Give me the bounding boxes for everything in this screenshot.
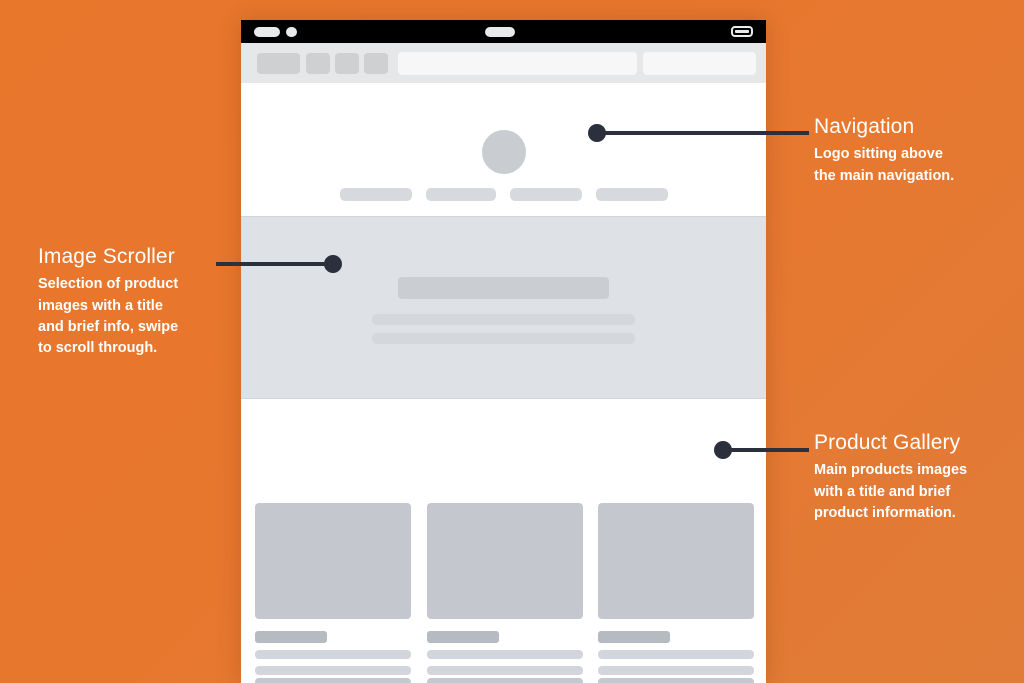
nav-item-4[interactable]: [596, 188, 668, 201]
annotation-body: Selection of product images with a title…: [38, 274, 223, 360]
product-text-line-2: [255, 666, 411, 675]
annotation-body-line: the main navigation.: [814, 167, 955, 184]
product-card[interactable]: [598, 503, 754, 675]
product-text-line-2: [598, 666, 754, 675]
nav-button-2[interactable]: [335, 53, 359, 74]
leader-dot: [588, 124, 606, 142]
product-text-line-1: [255, 650, 411, 659]
nav-button-3[interactable]: [364, 53, 388, 74]
window-pill-wide-icon[interactable]: [254, 27, 280, 37]
annotation-body: Main products images with a title and br…: [814, 460, 1014, 524]
hero-text-line-1: [372, 314, 635, 325]
wireframe-annotation-canvas: Navigation Logo sitting above the main n…: [0, 0, 1024, 683]
annotation-title: Image Scroller: [38, 245, 175, 268]
annotation-image-scroller: Image Scroller Selection of product imag…: [38, 245, 223, 360]
leader-dot: [324, 255, 342, 273]
product-image-placeholder: [427, 678, 583, 683]
product-image-placeholder: [255, 503, 411, 619]
product-image-placeholder: [598, 503, 754, 619]
product-card[interactable]: [427, 678, 583, 683]
battery-icon: [731, 26, 753, 37]
annotation-body-line: and brief info, swipe: [38, 318, 179, 335]
leader-line-segment: [723, 448, 809, 452]
annotation-title: Product Gallery: [814, 431, 961, 454]
url-input[interactable]: [398, 52, 637, 75]
search-input[interactable]: [643, 52, 756, 75]
browser-window: [241, 20, 766, 683]
page-viewport: [241, 83, 766, 683]
annotation-body-line: product information.: [814, 504, 956, 521]
browser-toolbar: [241, 43, 766, 83]
product-card[interactable]: [598, 678, 754, 683]
annotation-body-line: Selection of product: [38, 276, 179, 293]
image-scroller-section[interactable]: [241, 216, 766, 399]
site-navigation-section: [241, 83, 766, 216]
product-image-placeholder: [427, 503, 583, 619]
annotation-body-line: Logo sitting above: [814, 146, 943, 163]
window-pill-small-icon[interactable]: [286, 27, 297, 37]
site-logo-placeholder[interactable]: [481, 130, 526, 174]
product-gallery-section: [241, 399, 766, 683]
title-pill-icon: [485, 27, 515, 37]
annotation-body: Logo sitting above the main navigation.: [814, 144, 1014, 187]
product-image-placeholder: [598, 678, 754, 683]
annotation-body-line: to scroll through.: [38, 340, 158, 357]
nav-item-2[interactable]: [426, 188, 496, 201]
annotation-body-line: with a title and brief: [814, 483, 951, 500]
product-text-line-1: [427, 650, 583, 659]
annotation-title: Navigation: [814, 115, 915, 138]
leader-line-segment: [216, 262, 333, 266]
nav-item-3[interactable]: [510, 188, 582, 201]
product-text-line-1: [598, 650, 754, 659]
annotation-product-gallery: Product Gallery Main products images wit…: [814, 431, 1014, 524]
leader-dot: [714, 441, 732, 459]
hero-title-placeholder: [398, 277, 609, 299]
product-text-line-2: [427, 666, 583, 675]
product-card[interactable]: [255, 503, 411, 675]
nav-button-wide[interactable]: [257, 53, 300, 74]
product-title-placeholder: [598, 631, 670, 643]
annotation-body-line: images with a title: [38, 297, 163, 314]
annotation-body-line: Main products images: [814, 462, 968, 479]
product-card[interactable]: [255, 678, 411, 683]
product-title-placeholder: [255, 631, 327, 643]
nav-button-1[interactable]: [306, 53, 330, 74]
nav-item-1[interactable]: [340, 188, 412, 201]
annotation-navigation: Navigation Logo sitting above the main n…: [814, 115, 1014, 187]
hero-text-line-2: [372, 333, 635, 344]
product-image-placeholder: [255, 678, 411, 683]
leader-line-segment: [597, 131, 809, 135]
product-card[interactable]: [427, 503, 583, 675]
browser-titlebar: [241, 20, 766, 43]
product-title-placeholder: [427, 631, 499, 643]
